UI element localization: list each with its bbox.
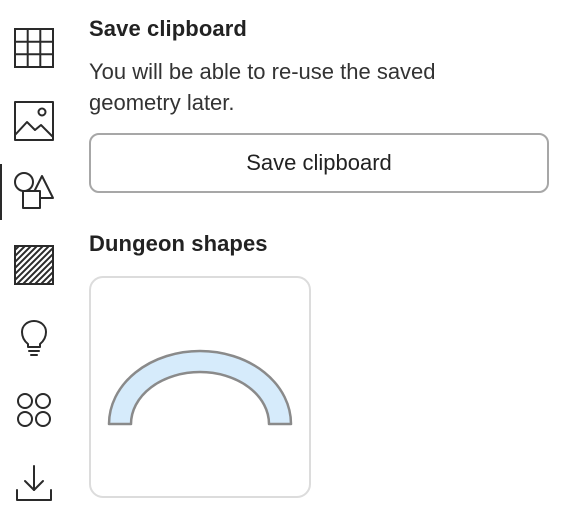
- sidebar-item-lightbulb[interactable]: [0, 306, 68, 370]
- sidebar: [0, 0, 68, 528]
- dungeon-shapes-title: Dungeon shapes: [89, 231, 268, 256]
- sidebar-item-download[interactable]: [0, 451, 68, 515]
- save-clipboard-title: Save clipboard: [89, 16, 247, 41]
- shapes-icon: [14, 172, 54, 209]
- sidebar-item-shapes[interactable]: [0, 160, 68, 224]
- apps-icon: [17, 393, 51, 427]
- grid-icon: [14, 28, 54, 68]
- save-clipboard-description: You will be able to re-use the saved geo…: [89, 59, 436, 115]
- sidebar-item-image[interactable]: [0, 89, 68, 153]
- save-clipboard-button[interactable]: Save clipboard: [89, 133, 549, 193]
- lightbulb-icon: [21, 320, 47, 356]
- sidebar-item-grid[interactable]: [0, 16, 68, 80]
- image-icon: [14, 101, 54, 141]
- sidebar-item-hatch[interactable]: [0, 233, 68, 297]
- app-window: Save clipboard You will be able to re-us…: [0, 0, 564, 528]
- shape-card-arch[interactable]: [89, 276, 311, 498]
- hatch-pattern-icon: [14, 245, 54, 285]
- sidebar-item-apps[interactable]: [0, 378, 68, 442]
- arch-shape: [107, 349, 293, 426]
- download-icon: [16, 465, 52, 501]
